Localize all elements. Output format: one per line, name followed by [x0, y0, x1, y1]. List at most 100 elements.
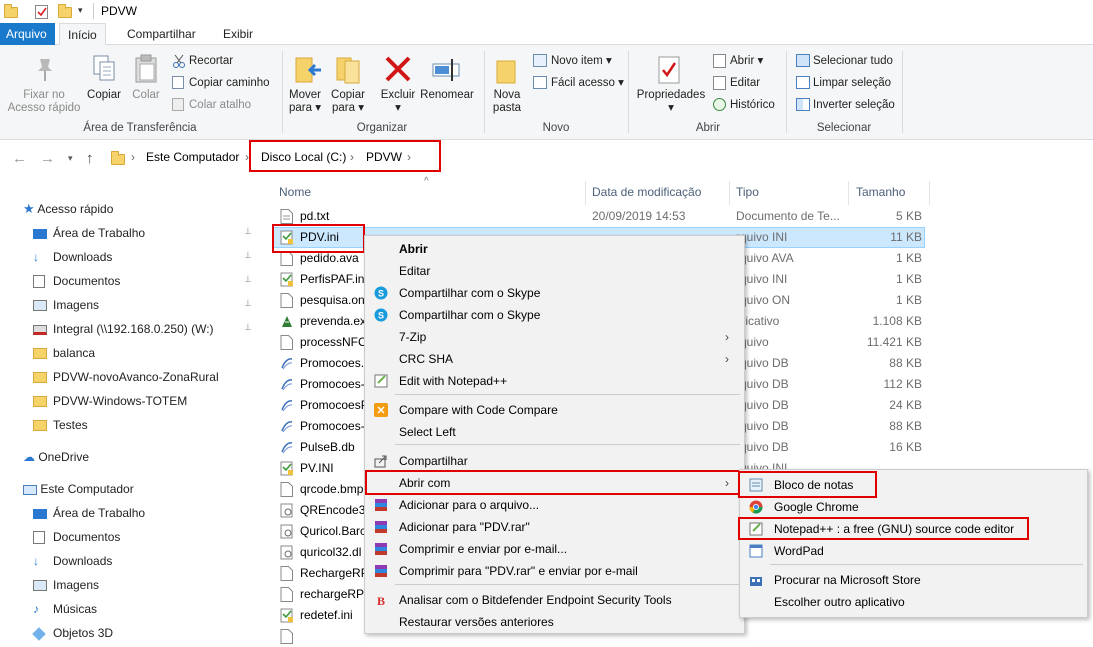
context-menu-item[interactable]: Comprimir e enviar por e-mail... [365, 538, 744, 560]
nav-quick-item[interactable]: Área de Trabalho [33, 221, 145, 245]
context-menu-item[interactable]: B Analisar com o Bitdefender Endpoint Sec… [365, 589, 744, 611]
file-name: qrcode.bmp [300, 482, 364, 496]
pin-quick-access-button[interactable]: Fixar no Acesso rápido [4, 89, 84, 115]
nav-quick-item[interactable]: ↓ Downloads [33, 245, 112, 269]
tab-inicio[interactable]: Início [59, 23, 106, 46]
cut-button[interactable]: Recortar [169, 52, 233, 70]
context-menu-item[interactable]: S Compartilhar com o Skype [365, 282, 744, 304]
pin-icon[interactable]: ⊥ [244, 274, 252, 285]
pin-icon[interactable]: ⊥ [244, 298, 252, 309]
open-button[interactable]: Abrir ▾ [710, 52, 763, 70]
new-folder-qat-icon[interactable] [58, 4, 72, 18]
tab-exibir[interactable]: Exibir [215, 23, 261, 45]
nav-pc-item[interactable]: ♪ Músicas [33, 597, 97, 621]
store-icon [749, 573, 763, 587]
column-header-type[interactable]: Tipo [736, 185, 759, 199]
file-name: PV.INI [300, 461, 334, 475]
copy-to-button[interactable]: Copiar para ▾ [327, 89, 369, 115]
download-icon: ↓ [33, 250, 39, 264]
easy-access-button[interactable]: Fácil acesso ▾ [531, 74, 624, 92]
nav-quick-item[interactable]: PDVW-novoAvanco-ZonaRural [33, 365, 219, 389]
context-menu-item[interactable]: S Compartilhar com o Skype [365, 304, 744, 326]
rename-icon [432, 57, 462, 83]
context-menu-item[interactable]: Compartilhar [365, 450, 744, 472]
open-with-item[interactable]: Google Chrome [740, 496, 1087, 518]
chevron-right-icon: › [725, 330, 729, 344]
pin-icon[interactable]: ⊥ [244, 322, 252, 333]
file-size: 16 KB [889, 440, 922, 454]
nav-quick-item[interactable]: Imagens [33, 293, 99, 317]
pin-icon[interactable]: ⊥ [244, 250, 252, 261]
select-all-button[interactable]: Selecionar tudo [793, 52, 893, 70]
rename-button[interactable]: Renomear [419, 89, 475, 102]
context-menu-item[interactable]: Compare with Code Compare [365, 399, 744, 421]
nav-quick-item[interactable]: Integral (\\192.168.0.250) (W:) [33, 317, 214, 341]
invert-selection-button[interactable]: Inverter seleção [793, 96, 895, 114]
context-menu-item[interactable]: Abrir [365, 238, 744, 260]
nav-pc-item[interactable]: Objetos 3D [32, 621, 113, 645]
file-name: RechargeRP [300, 566, 369, 580]
delete-button[interactable]: Excluir ▾ [376, 89, 420, 115]
forward-arrow-icon[interactable]: → [40, 150, 55, 167]
up-arrow-icon[interactable]: ↑ [86, 150, 94, 167]
db-icon [280, 356, 293, 371]
copy-button[interactable]: Copiar [84, 89, 124, 102]
context-menu-item[interactable]: 7-Zip › [365, 326, 744, 348]
history-button[interactable]: Histórico [710, 96, 775, 114]
column-header-name[interactable]: Nome [279, 185, 311, 199]
nav-pc-item[interactable]: Área de Trabalho [33, 501, 145, 525]
txt-icon [280, 209, 293, 224]
tab-compartilhar[interactable]: Compartilhar [119, 23, 204, 45]
file-icon [280, 335, 293, 350]
context-menu-item[interactable]: CRC SHA › [365, 348, 744, 370]
properties-button[interactable]: Propriedades ▾ [632, 89, 710, 115]
select-none-button[interactable]: Limpar seleção [793, 74, 891, 92]
column-header-size[interactable]: Tamanho [856, 185, 905, 199]
nav-este-computador[interactable]: Este Computador [23, 477, 134, 501]
context-menu-item[interactable]: Editar [365, 260, 744, 282]
pin-icon[interactable]: ⊥ [244, 226, 252, 237]
context-menu-item[interactable]: Select Left [365, 421, 744, 443]
nav-pc-item[interactable]: ↓ Downloads [33, 549, 112, 573]
open-with-item[interactable]: Escolher outro aplicativo [740, 591, 1087, 613]
copy-path-button[interactable]: Copiar caminho [169, 74, 270, 92]
nav-quick-item[interactable]: Documentos [33, 269, 120, 293]
nav-pc-item[interactable]: Imagens [33, 573, 99, 597]
properties-qat-icon[interactable] [35, 5, 48, 19]
open-with-item[interactable]: Procurar na Microsoft Store [740, 569, 1087, 591]
nav-pc-item[interactable]: Documentos [33, 525, 120, 549]
file-name: processNFC [300, 335, 367, 349]
skype-icon: S [374, 308, 388, 322]
paste-button[interactable]: Colar [126, 89, 166, 102]
copy-icon [91, 54, 117, 84]
paste-shortcut-button[interactable]: Colar atalho [169, 96, 251, 114]
breadcrumb-este-computador[interactable]: Este Computador [146, 150, 239, 164]
context-menu-item[interactable]: Comprimir para "PDV.rar" e enviar por e-… [365, 560, 744, 582]
open-with-highlight-box [365, 470, 740, 495]
nav-quick-item[interactable]: PDVW-Windows-TOTEM [33, 389, 187, 413]
db-icon [280, 377, 293, 392]
file-name: Promocoes- [300, 377, 365, 391]
context-menu-item[interactable]: Adicionar para o arquivo... [365, 494, 744, 516]
file-row[interactable]: pd.txt 20/09/2019 14:53 Documento de Te...… [271, 206, 931, 227]
edit-button[interactable]: Editar [710, 74, 760, 92]
new-item-button[interactable]: Novo item ▾ [531, 52, 612, 70]
nav-quick-item[interactable]: balanca [33, 341, 95, 365]
column-header-date[interactable]: Data de modificação [592, 185, 701, 199]
qat-dropdown-icon[interactable]: ▾ [78, 5, 83, 16]
recent-dropdown-icon[interactable]: ▾ [68, 153, 73, 164]
nav-acesso-rapido[interactable]: ★ Acesso rápido [23, 197, 113, 221]
cloud-icon: ☁ [23, 450, 35, 464]
new-folder-button[interactable]: Nova pasta [487, 89, 527, 115]
nav-onedrive[interactable]: ☁ OneDrive [23, 445, 89, 469]
context-menu-item[interactable]: Adicionar para "PDV.rar" [365, 516, 744, 538]
file-size: 1.108 KB [872, 314, 922, 328]
tab-arquivo[interactable]: Arquivo [0, 23, 55, 45]
nav-quick-item[interactable]: Testes [33, 413, 88, 437]
context-menu-item[interactable]: Restaurar versões anteriores [365, 611, 744, 633]
context-menu-item[interactable]: Edit with Notepad++ [365, 370, 744, 392]
file-name: Quricol.Barc [300, 524, 367, 538]
open-with-item[interactable]: WordPad [740, 540, 1087, 562]
back-arrow-icon[interactable]: ← [12, 150, 27, 167]
move-to-button[interactable]: Mover para ▾ [284, 89, 326, 115]
